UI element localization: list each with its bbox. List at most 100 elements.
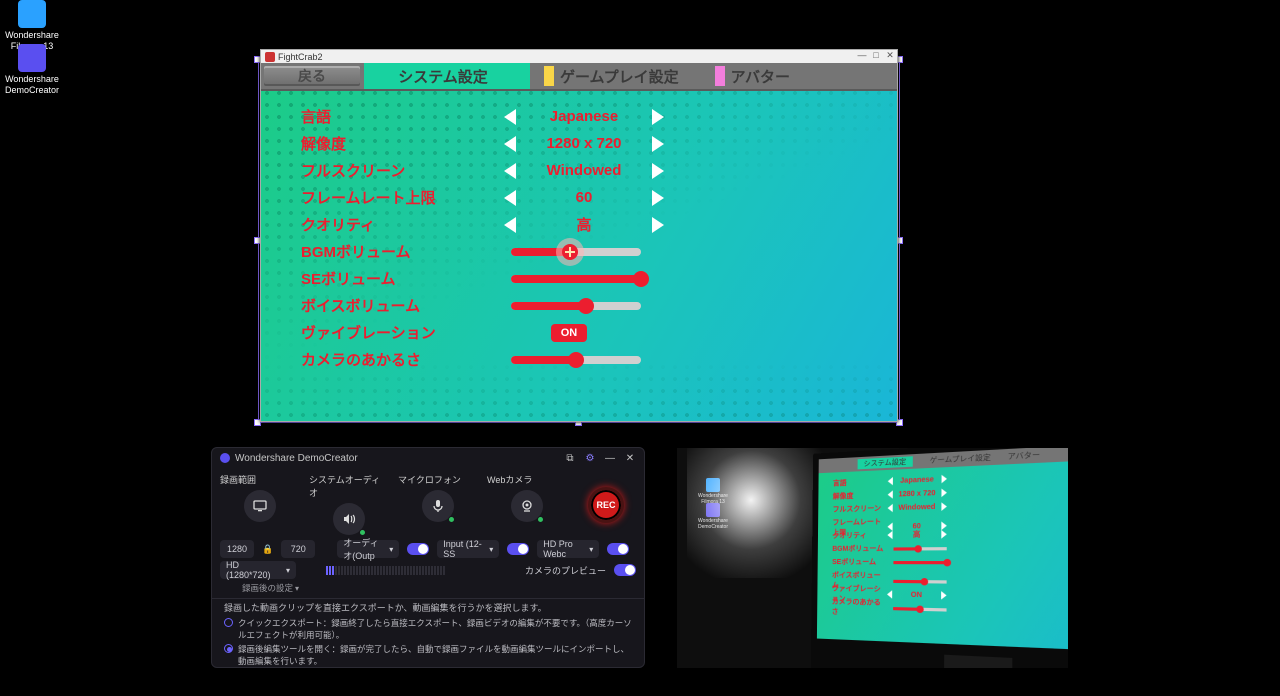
setting-row-quality: クオリティ高 <box>301 211 857 238</box>
arrow-right-icon[interactable] <box>647 161 667 181</box>
photo-setting-row: カメラのあかるさ <box>832 596 947 620</box>
arrow-left-icon[interactable] <box>501 107 521 127</box>
minimize-button[interactable]: — <box>604 453 616 464</box>
desktop-icon-label: Wondershare DemoCreator <box>5 74 59 96</box>
webcam-toggle[interactable] <box>607 543 629 555</box>
democreator-titlebar[interactable]: Wondershare DemoCreator ⧉ ⚙ — ✕ <box>212 448 644 468</box>
slider-voice[interactable] <box>511 302 641 310</box>
setting-label: 解像度 <box>301 133 501 154</box>
option-open-editor[interactable]: 録画後編集ツールを開く：録画が完了したら、自動で録画ファイルを動画編集ツールにイ… <box>212 642 644 668</box>
width-input[interactable]: 1280 <box>220 540 254 558</box>
sysaudio-source-button[interactable] <box>333 503 365 535</box>
slider-camera[interactable] <box>511 356 641 364</box>
setting-label: 言語 <box>301 106 501 127</box>
minimize-button[interactable]: — <box>855 50 869 63</box>
tab-system-settings[interactable]: システム設定 <box>364 63 530 89</box>
game-window: FightCrab2 — □ ✕ 戻る システム設定 ゲームプレイ設定 アバター… <box>260 49 898 422</box>
arrow-right-icon[interactable] <box>647 134 667 154</box>
controls-row-1: 1280 🔒 720 オーディオ(Outp Input (12- SS HD P… <box>212 540 644 561</box>
app-icon <box>265 52 275 62</box>
setting-label: SEボリューム <box>301 268 501 289</box>
photo-setting-row: SEボリューム <box>832 557 947 568</box>
filmora-icon <box>18 0 46 28</box>
audio-level-meter <box>326 566 517 575</box>
democreator-logo-icon <box>220 453 230 463</box>
setting-row-resolution: 解像度 1280 x 720 <box>301 130 857 157</box>
setting-row-framerate: フレームレート上限60 <box>301 184 857 211</box>
status-dot-icon <box>537 516 544 523</box>
window-titlebar[interactable]: FightCrab2 — □ ✕ <box>261 50 897 63</box>
mic-source-button[interactable] <box>422 490 454 522</box>
microphone-icon <box>430 498 446 514</box>
close-button[interactable]: ✕ <box>883 50 897 63</box>
photo-tab: アバター <box>1008 449 1041 462</box>
camera-preview-toggle[interactable] <box>614 564 636 576</box>
status-dot-icon <box>448 516 455 523</box>
tab-gameplay-settings[interactable]: ゲームプレイ設定 <box>530 63 701 89</box>
settings-list: 言語Japanese解像度1280 x 720フルスクリーンWindowedフレ… <box>301 103 857 373</box>
photo-monitor: システム設定 ゲームプレイ設定 アバター 言語Japanese解像度1280 x… <box>811 448 1068 668</box>
toggle-vibration[interactable]: ON <box>551 324 587 342</box>
monitor-icon <box>252 498 268 514</box>
setting-label: ボイスボリューム <box>301 295 501 316</box>
controls-row-2: HD (1280*720) カメラのプレビュー <box>212 561 644 582</box>
speaker-icon <box>341 511 357 527</box>
mic-device-select[interactable]: Input (12- SS <box>437 540 499 558</box>
screenshot-icon[interactable]: ⧉ <box>564 453 576 464</box>
radio-icon <box>224 644 233 653</box>
camera-preview-pane: Wondershare Filmora 13 Wondershare DemoC… <box>677 448 1068 668</box>
section-header: Webカメラ <box>487 473 566 486</box>
setting-row-bgm: BGMボリューム <box>301 238 857 265</box>
lock-icon[interactable]: 🔒 <box>262 544 273 555</box>
section-screen: 録画範囲 <box>220 473 299 538</box>
arrow-left-icon[interactable] <box>501 161 521 181</box>
photo-setting-row: クオリティ高 <box>832 529 946 541</box>
setting-value: 1280 x 720 <box>521 135 647 152</box>
setting-row-language: 言語Japanese <box>301 103 857 130</box>
slider-bgm[interactable] <box>511 248 641 256</box>
record-button[interactable]: REC <box>588 487 624 523</box>
post-settings-label[interactable]: 録画後の設定 <box>242 583 299 593</box>
status-dot-icon <box>359 529 366 536</box>
photo-setting-row: 解像度1280 x 720 <box>833 487 947 501</box>
maximize-button[interactable]: □ <box>869 50 883 63</box>
setting-label: ヴァイブレーション <box>301 322 501 343</box>
arrow-right-icon[interactable] <box>647 215 667 235</box>
arrow-left-icon[interactable] <box>501 134 521 154</box>
setting-label: カメラのあかるさ <box>301 349 501 370</box>
back-button[interactable]: 戻る <box>264 66 360 86</box>
arrow-right-icon[interactable] <box>647 107 667 127</box>
setting-row-vibration: ヴァイブレーション ON <box>301 319 857 346</box>
webcam-source-button[interactable] <box>511 490 543 522</box>
sysaudio-device-select[interactable]: オーディオ(Outp <box>337 540 399 558</box>
setting-label: クオリティ <box>301 214 501 235</box>
tab-marker-icon <box>715 66 725 86</box>
setting-label: フルスクリーン <box>301 160 501 181</box>
setting-label: フレームレート上限 <box>301 187 501 208</box>
photo-tab: システム設定 <box>858 456 913 469</box>
tab-marker-icon <box>544 66 554 86</box>
setting-row-voice: ボイスボリューム <box>301 292 857 319</box>
settings-icon[interactable]: ⚙ <box>584 453 596 464</box>
window-title: FightCrab2 <box>278 52 323 62</box>
section-header: システムオーディオ <box>309 473 388 499</box>
setting-value: 高 <box>521 214 647 235</box>
webcam-device-select[interactable]: HD Pro Webc <box>537 540 599 558</box>
slider-se[interactable] <box>511 275 641 283</box>
close-button[interactable]: ✕ <box>624 453 636 464</box>
mic-toggle[interactable] <box>507 543 529 555</box>
arrow-right-icon[interactable] <box>647 188 667 208</box>
option-quick-export[interactable]: クイックエクスポート：録画終了したら直接エクスポート、録画ビデオの編集が不要です… <box>212 616 644 642</box>
setting-row-se: SEボリューム <box>301 265 857 292</box>
photo-tab: ゲームプレイ設定 <box>930 452 991 466</box>
screen-source-button[interactable] <box>244 490 276 522</box>
sysaudio-toggle[interactable] <box>407 543 429 555</box>
desktop-icon-democreator[interactable]: Wondershare DemoCreator <box>5 44 59 96</box>
arrow-left-icon[interactable] <box>501 188 521 208</box>
arrow-left-icon[interactable] <box>501 215 521 235</box>
height-input[interactable]: 720 <box>281 540 315 558</box>
note-text: 録画した動画クリップを直接エクスポートか、動画編集を行うかを選択します。 <box>212 598 644 616</box>
tab-avatar[interactable]: アバター <box>701 63 812 89</box>
preset-select[interactable]: HD (1280*720) <box>220 561 296 579</box>
radio-icon <box>224 618 233 627</box>
